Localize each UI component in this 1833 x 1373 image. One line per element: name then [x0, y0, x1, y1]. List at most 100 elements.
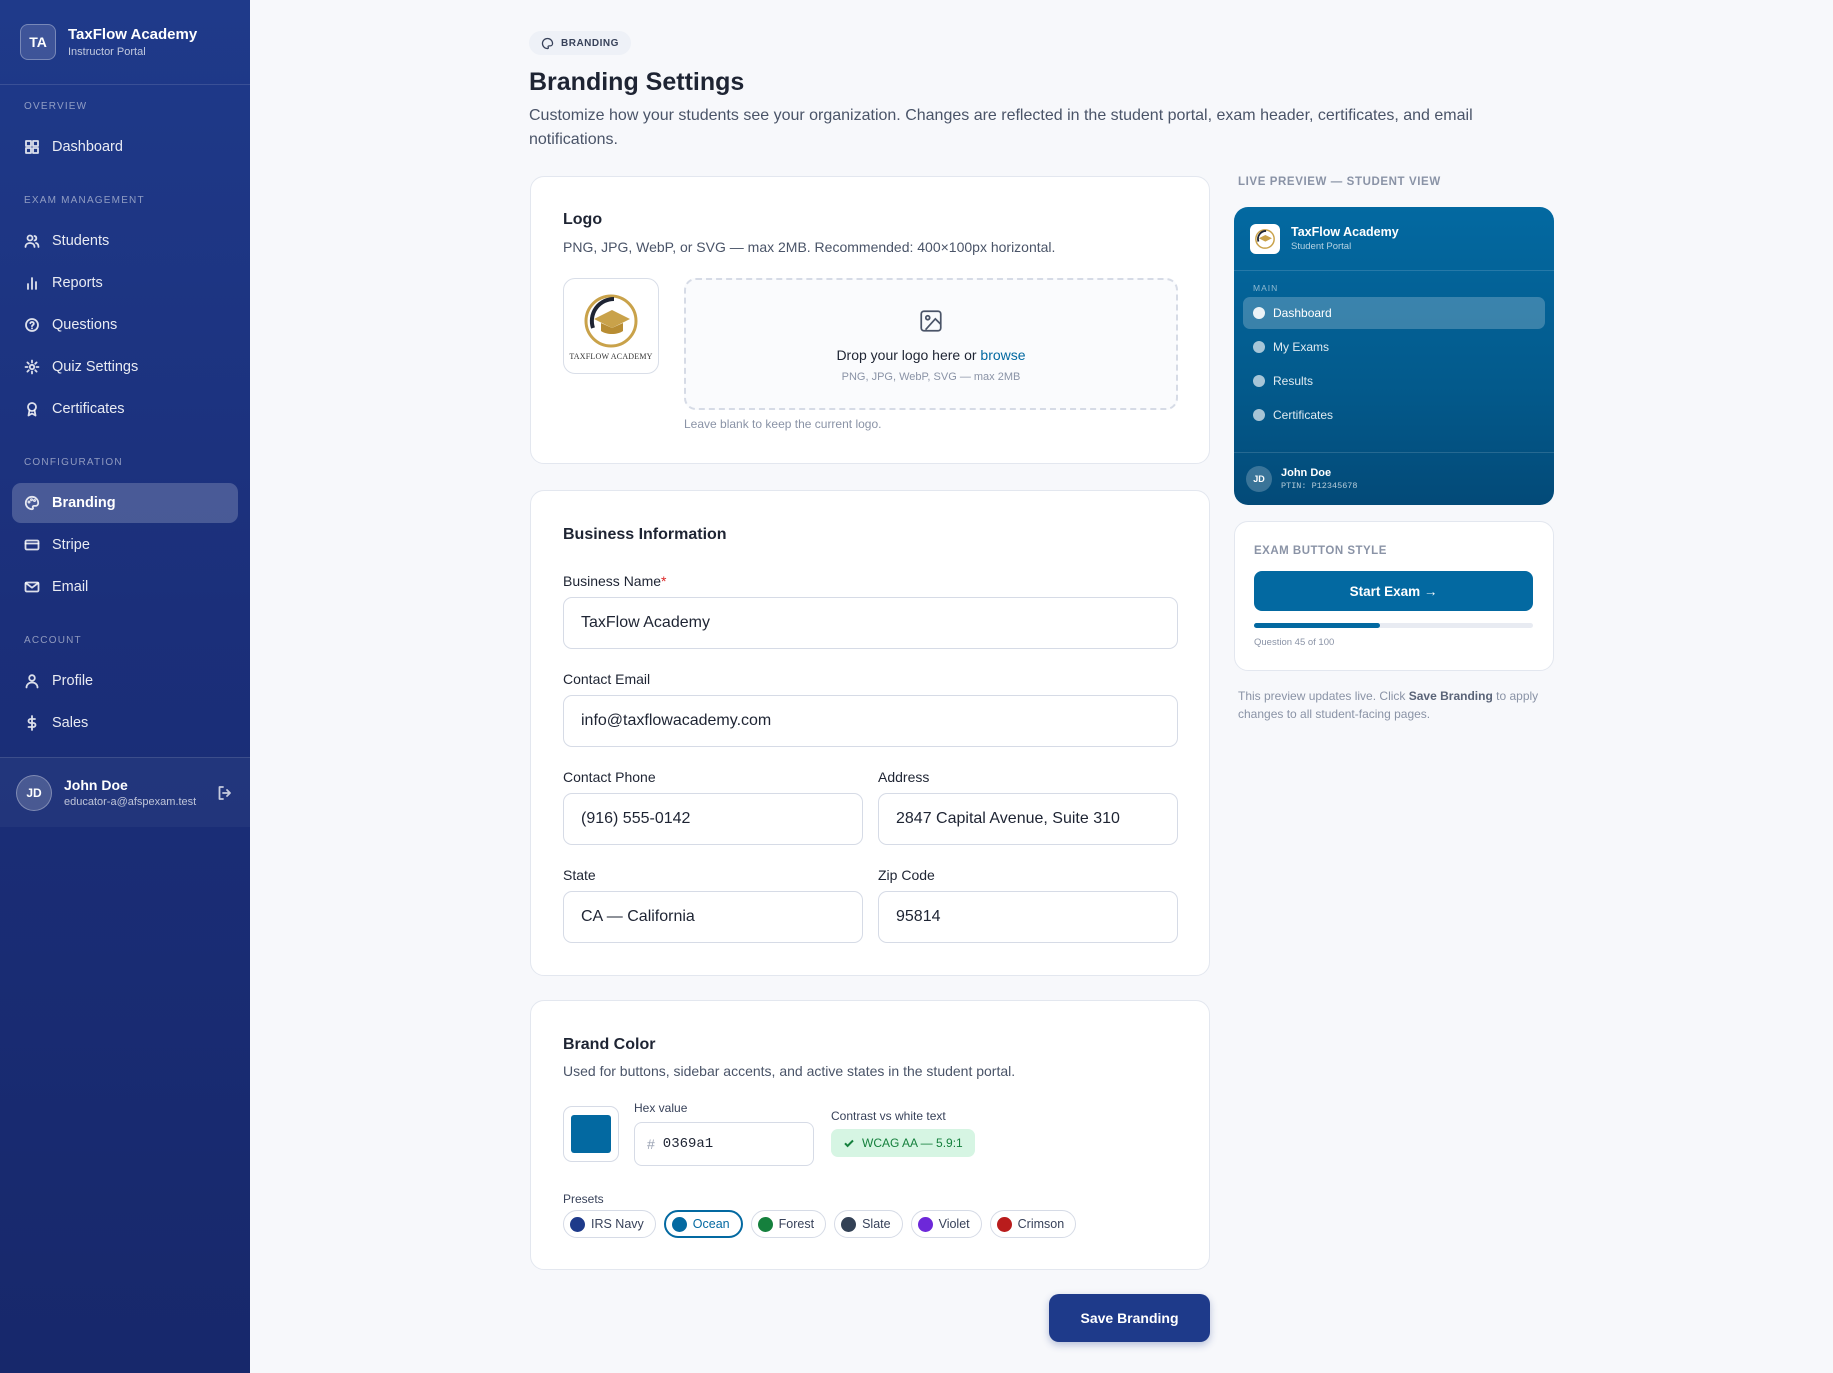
business-name-label-text: Business Name	[563, 573, 662, 589]
browse-link[interactable]: browse	[980, 347, 1025, 363]
sidebar-item-label: Email	[52, 579, 89, 595]
check-icon	[844, 1139, 854, 1148]
gear-icon	[24, 359, 40, 375]
logo-mark-icon	[584, 294, 638, 347]
logo-mark-icon	[1255, 228, 1275, 249]
preview-item-dashboard: Dashboard	[1243, 297, 1545, 329]
contact-phone-label: Contact Phone	[563, 769, 656, 785]
progress-track	[1254, 623, 1533, 628]
sidebar-brand[interactable]: TA TaxFlow Academy Instructor Portal	[0, 0, 250, 85]
preset-dot	[570, 1216, 585, 1232]
nav-section-configuration: CONFIGURATION	[24, 457, 123, 468]
mail-icon	[24, 581, 40, 593]
preview-note-bold: Save Branding	[1408, 689, 1493, 703]
page-title: Branding Settings	[529, 68, 745, 96]
preset-irs-navy[interactable]: IRS Navy	[563, 1210, 656, 1238]
sidebar-item-dashboard[interactable]: Dashboard	[12, 127, 238, 167]
preset-ocean[interactable]: Ocean	[663, 1210, 743, 1238]
sidebar-item-label: Stripe	[52, 537, 90, 553]
brand-color-title: Brand Color	[563, 1036, 656, 1053]
user-name: John Doe	[64, 777, 128, 793]
logo-dropzone[interactable]: Drop your logo here or browse PNG, JPG, …	[684, 278, 1178, 410]
contact-email-input[interactable]: info@taxflowacademy.com	[563, 695, 1178, 747]
presets-label: Presets	[563, 1192, 604, 1206]
preview-name: TaxFlow Academy	[1291, 225, 1399, 239]
state-label: State	[563, 867, 596, 883]
sidebar-item-branding[interactable]: Branding	[12, 483, 238, 523]
brand-color-card: Brand Color Used for buttons, sidebar ac…	[530, 1000, 1210, 1270]
preset-dot	[917, 1216, 933, 1232]
required-mark: *	[661, 573, 667, 589]
sidebar-item-stripe[interactable]: Stripe	[12, 525, 238, 565]
sidebar-item-sales[interactable]: Sales	[12, 703, 238, 743]
sidebar-item-certificates[interactable]: Certificates	[12, 389, 238, 429]
breadcrumb-label: BRANDING	[561, 37, 619, 49]
sidebar-item-label: Reports	[52, 275, 103, 291]
nav-dot-icon	[1253, 375, 1265, 387]
sidebar-item-students[interactable]: Students	[12, 221, 238, 261]
business-card-title: Business Information	[563, 526, 727, 543]
user-icon	[25, 674, 39, 689]
contrast-label: Contrast vs white text	[831, 1109, 946, 1123]
preview-section: MAIN	[1253, 283, 1279, 293]
sidebar-item-label: Branding	[52, 495, 116, 511]
hex-input[interactable]: # 0369a1	[634, 1122, 814, 1166]
contact-phone-input[interactable]: (916) 555-0142	[563, 793, 863, 845]
credit-card-icon	[24, 539, 40, 551]
color-swatch	[571, 1115, 611, 1153]
breadcrumb: BRANDING	[529, 31, 631, 55]
sidebar: TA TaxFlow Academy Instructor Portal OVE…	[0, 0, 250, 1373]
preview-subtitle: Student Portal	[1291, 241, 1352, 252]
preset-violet[interactable]: Violet	[910, 1210, 982, 1238]
sidebar-item-reports[interactable]: Reports	[12, 263, 238, 303]
brand-color-subtitle: Used for buttons, sidebar accents, and a…	[563, 1063, 1016, 1079]
preset-crimson[interactable]: Crimson	[989, 1210, 1077, 1238]
preset-label: IRS Navy	[591, 1217, 644, 1231]
preset-dot	[671, 1216, 687, 1232]
sidebar-item-quiz-settings[interactable]: Quiz Settings	[12, 347, 238, 387]
sidebar-item-label: Quiz Settings	[52, 359, 139, 375]
preview-user-name: John Doe	[1281, 467, 1332, 479]
color-picker[interactable]	[563, 1106, 619, 1162]
preview-label: LIVE PREVIEW — STUDENT VIEW	[1238, 176, 1441, 188]
brand-name: TaxFlow Academy	[68, 26, 198, 43]
start-exam-button[interactable]: Start Exam →	[1254, 571, 1533, 611]
save-branding-button[interactable]: Save Branding	[1049, 1294, 1210, 1342]
preview-logo	[1250, 223, 1280, 254]
preset-dot	[996, 1216, 1012, 1232]
preview-user-ptin: PTIN: P12345678	[1281, 481, 1358, 491]
business-info-card: Business Information Business Name* TaxF…	[530, 490, 1210, 976]
address-input[interactable]: 2847 Capital Avenue, Suite 310	[878, 793, 1178, 845]
sidebar-item-questions[interactable]: Questions	[12, 305, 238, 345]
preview-note-pre: This preview updates live. Click	[1238, 689, 1406, 703]
preview-item-label: Dashboard	[1273, 306, 1332, 320]
sidebar-item-email[interactable]: Email	[12, 567, 238, 607]
progress-fill	[1254, 623, 1380, 628]
preset-label: Ocean	[692, 1217, 730, 1231]
sidebar-user: JD John Doe educator-a@afspexam.test	[0, 757, 250, 827]
preview-item-certificates: Certificates	[1243, 399, 1545, 431]
logout-icon[interactable]	[216, 784, 234, 802]
zip-input[interactable]: 95814	[878, 891, 1178, 943]
preset-slate[interactable]: Slate	[834, 1210, 903, 1238]
sidebar-item-profile[interactable]: Profile	[12, 661, 238, 701]
bar-chart-icon	[27, 277, 37, 290]
preset-label: Forest	[778, 1217, 815, 1231]
sidebar-item-label: Sales	[52, 715, 89, 731]
state-select[interactable]: CA — California	[563, 891, 863, 943]
progress-text: Question 45 of 100	[1254, 637, 1335, 648]
avatar: JD	[16, 774, 52, 811]
user-email: educator-a@afspexam.test	[64, 796, 197, 808]
dropzone-text: Drop your logo here or browse	[686, 347, 1176, 363]
business-name-input[interactable]: TaxFlow Academy	[563, 597, 1178, 649]
preset-label: Slate	[862, 1217, 891, 1231]
logo-thumb-text: TAXFLOW ACADEMY	[569, 351, 653, 361]
preset-forest[interactable]: Forest	[750, 1210, 827, 1238]
preview-item-results: Results	[1243, 365, 1545, 397]
student-portal-preview: TaxFlow Academy Student Portal MAIN Dash…	[1234, 207, 1554, 505]
hex-label: Hex value	[634, 1101, 688, 1115]
sidebar-item-label: Students	[52, 233, 110, 249]
contact-email-label: Contact Email	[563, 671, 651, 687]
palette-icon	[541, 37, 554, 49]
grid-icon	[25, 140, 39, 154]
